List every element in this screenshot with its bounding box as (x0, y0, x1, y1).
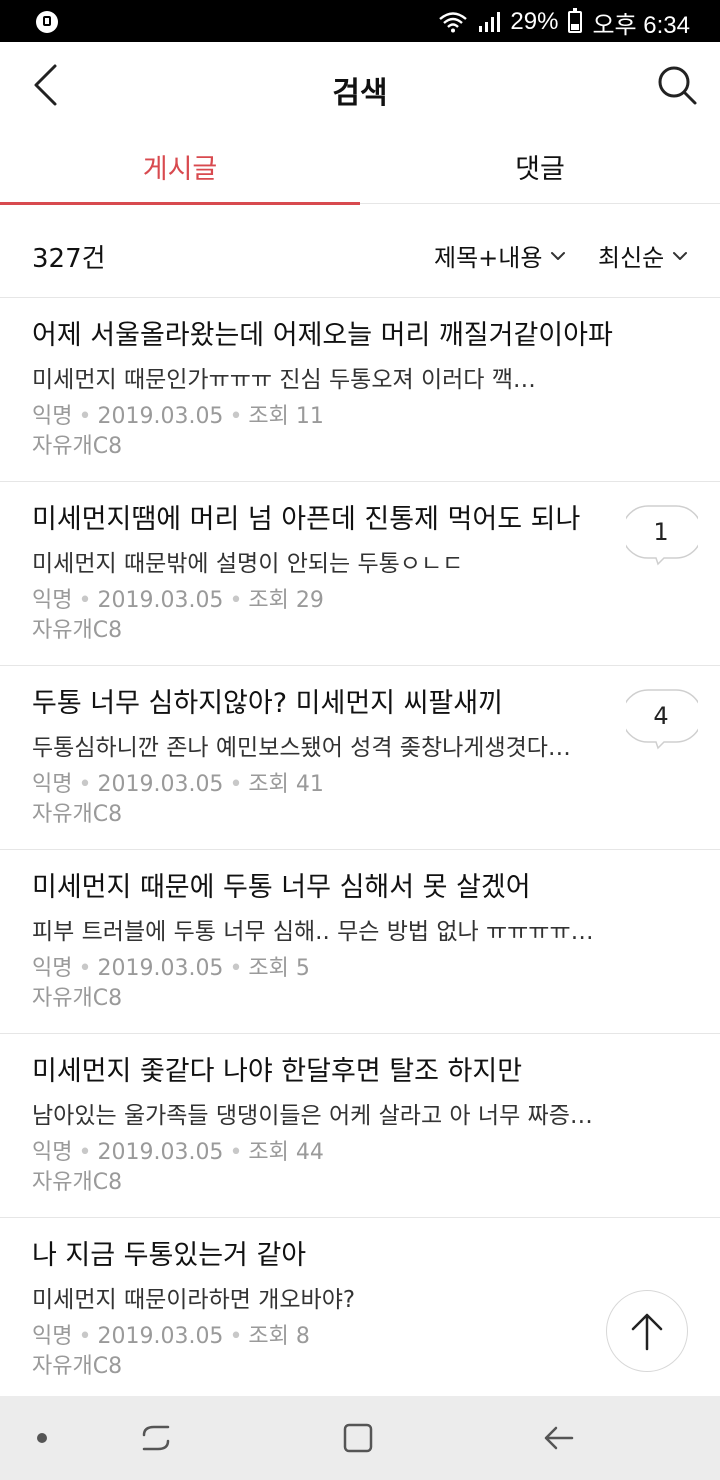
list-item[interactable]: 어제 서울올라왔는데 어제오늘 머리 깨질거같이아파 미세먼지 때문인가ㅠㅠㅠ … (0, 298, 720, 482)
chevron-down-icon (673, 251, 688, 260)
wifi-icon (439, 12, 468, 33)
post-title: 미세먼지 때문에 두통 너무 심해서 못 살겠어 (32, 872, 531, 903)
post-meta: 익명 • 2019.03.05 • 조회 11 (32, 402, 688, 432)
separator-dot: • (78, 772, 92, 797)
battery-percent: 29% (510, 8, 559, 35)
home-icon (343, 1423, 373, 1453)
post-author: 익명 (32, 1324, 73, 1349)
post-title: 나 지금 두통있는거 같아 (32, 1240, 307, 1271)
app-notification-icon (36, 11, 58, 33)
post-title: 어제 서울올라왔는데 어제오늘 머리 깨질거같이아파 (32, 320, 613, 351)
scope-dropdown[interactable]: 제목+내용 (434, 238, 566, 273)
post-list: 어제 서울올라왔는데 어제오늘 머리 깨질거같이아파 미세먼지 때문인가ㅠㅠㅠ … (0, 298, 720, 1402)
post-preview: 미세먼지 때문밖에 설명이 안되는 두통ㅇㄴㄷ (32, 551, 464, 577)
scroll-to-top-button[interactable] (606, 1290, 688, 1372)
post-preview: 미세먼지 때문인가ㅠㅠㅠ 진심 두통오져 이러다 깩… (32, 367, 536, 393)
post-board: 자유개C8 (32, 802, 123, 827)
separator-dot: • (78, 404, 92, 429)
post-date: 2019.03.05 (97, 956, 224, 981)
post-title: 두통 너무 심하지않아? 미세먼지 씨팔새끼 (32, 688, 503, 719)
separator-dot: • (78, 1140, 92, 1165)
post-views: 조회 11 (248, 404, 324, 429)
post-views: 조회 44 (248, 1140, 324, 1165)
separator-dot: • (229, 404, 243, 429)
system-back-button[interactable] (538, 1420, 578, 1456)
post-date: 2019.03.05 (97, 1324, 224, 1349)
separator-dot: • (229, 956, 243, 981)
post-views: 조회 41 (248, 772, 324, 797)
recent-apps-button[interactable] (136, 1420, 176, 1456)
post-title: 미세먼지 좇같다 나야 한달후면 탈조 하지만 (32, 1056, 523, 1087)
post-title: 미세먼지땜에 머리 넘 아픈데 진통제 먹어도 되나 (32, 504, 581, 535)
sort-dropdown-label: 최신순 (598, 244, 665, 272)
comment-count-badge: 4 (621, 688, 703, 750)
separator-dot: • (229, 588, 243, 613)
separator-dot: • (229, 772, 243, 797)
post-author: 익명 (32, 404, 73, 429)
list-item[interactable]: 두통 너무 심하지않아? 미세먼지 씨팔새끼 두통심하니깐 존나 예민보스됐어 … (0, 666, 720, 850)
clock: 오후 6:34 (592, 11, 690, 39)
comment-count: 1 (653, 518, 669, 546)
arrow-up-icon (631, 1313, 663, 1351)
comment-count: 4 (653, 702, 669, 730)
status-icons: 29% 오후 6:34 (438, 6, 690, 39)
scope-dropdown-label: 제목+내용 (434, 244, 543, 272)
post-author: 익명 (32, 772, 73, 797)
status-bar: 29% 오후 6:34 (0, 0, 720, 42)
separator-dot: • (78, 1324, 92, 1349)
separator-dot: • (78, 588, 92, 613)
search-icon (658, 66, 697, 105)
post-meta: 익명 • 2019.03.05 • 조회 41 (32, 770, 688, 800)
recent-apps-icon (142, 1425, 170, 1451)
post-board: 자유개C8 (32, 434, 123, 459)
nav-dot-button[interactable] (22, 1420, 62, 1456)
post-board: 자유개C8 (32, 1170, 123, 1195)
post-preview: 미세먼지 때문이라하면 개오바야? (32, 1287, 356, 1313)
post-author: 익명 (32, 588, 73, 613)
separator-dot: • (229, 1140, 243, 1165)
separator-dot: • (78, 956, 92, 981)
post-meta: 익명 • 2019.03.05 • 조회 29 (32, 586, 688, 616)
search-button[interactable] (652, 60, 702, 110)
list-item[interactable]: 미세먼지 좇같다 나야 한달후면 탈조 하지만 남아있는 울가족들 댕댕이들은 … (0, 1034, 720, 1218)
post-preview: 피부 트러블에 두통 너무 심해.. 무슨 방법 없나 ㅠㅠㅠㅠㅠ 아… (32, 919, 612, 945)
filter-row: 327건 제목+내용 최신순 (0, 204, 720, 298)
back-arrow-icon (544, 1426, 574, 1450)
page-title: 검색 (332, 76, 388, 111)
separator-dot: • (229, 1324, 243, 1349)
post-board: 자유개C8 (32, 618, 123, 643)
post-preview: 두통심하니깐 존나 예민보스됐어 성격 좆창나게생겻다… (32, 735, 571, 761)
comment-count-badge: 1 (621, 504, 703, 566)
app-header: 검색 (0, 42, 720, 128)
post-date: 2019.03.05 (97, 588, 224, 613)
post-meta: 익명 • 2019.03.05 • 조회 5 (32, 954, 688, 984)
post-author: 익명 (32, 1140, 73, 1165)
dot-icon (37, 1433, 47, 1443)
post-views: 조회 5 (248, 956, 310, 981)
post-meta: 익명 • 2019.03.05 • 조회 8 (32, 1322, 688, 1352)
battery-icon (568, 8, 583, 33)
post-date: 2019.03.05 (97, 404, 224, 429)
list-item[interactable]: 미세먼지 때문에 두통 너무 심해서 못 살겠어 피부 트러블에 두통 너무 심… (0, 850, 720, 1034)
signal-icon (479, 12, 501, 32)
tab-posts[interactable]: 게시글 (0, 128, 360, 205)
post-meta: 익명 • 2019.03.05 • 조회 44 (32, 1138, 688, 1168)
post-views: 조회 29 (248, 588, 324, 613)
post-date: 2019.03.05 (97, 1140, 224, 1165)
sort-dropdown[interactable]: 최신순 (598, 238, 688, 273)
system-nav-bar (0, 1396, 720, 1480)
home-button[interactable] (338, 1420, 378, 1456)
post-author: 익명 (32, 956, 73, 981)
post-preview: 남아있는 울가족들 댕댕이들은 어케 살라고 아 너무 짜증난다… (32, 1103, 612, 1129)
tab-bar: 게시글 댓글 (0, 128, 720, 205)
post-date: 2019.03.05 (97, 772, 224, 797)
list-item[interactable]: 미세먼지땜에 머리 넘 아픈데 진통제 먹어도 되나 미세먼지 때문밖에 설명이… (0, 482, 720, 666)
result-count: 327건 (32, 244, 106, 274)
tab-comments[interactable]: 댓글 (360, 128, 720, 204)
chevron-down-icon (551, 251, 566, 260)
post-board: 자유개C8 (32, 1354, 123, 1379)
post-views: 조회 8 (248, 1324, 310, 1349)
post-board: 자유개C8 (32, 986, 123, 1011)
